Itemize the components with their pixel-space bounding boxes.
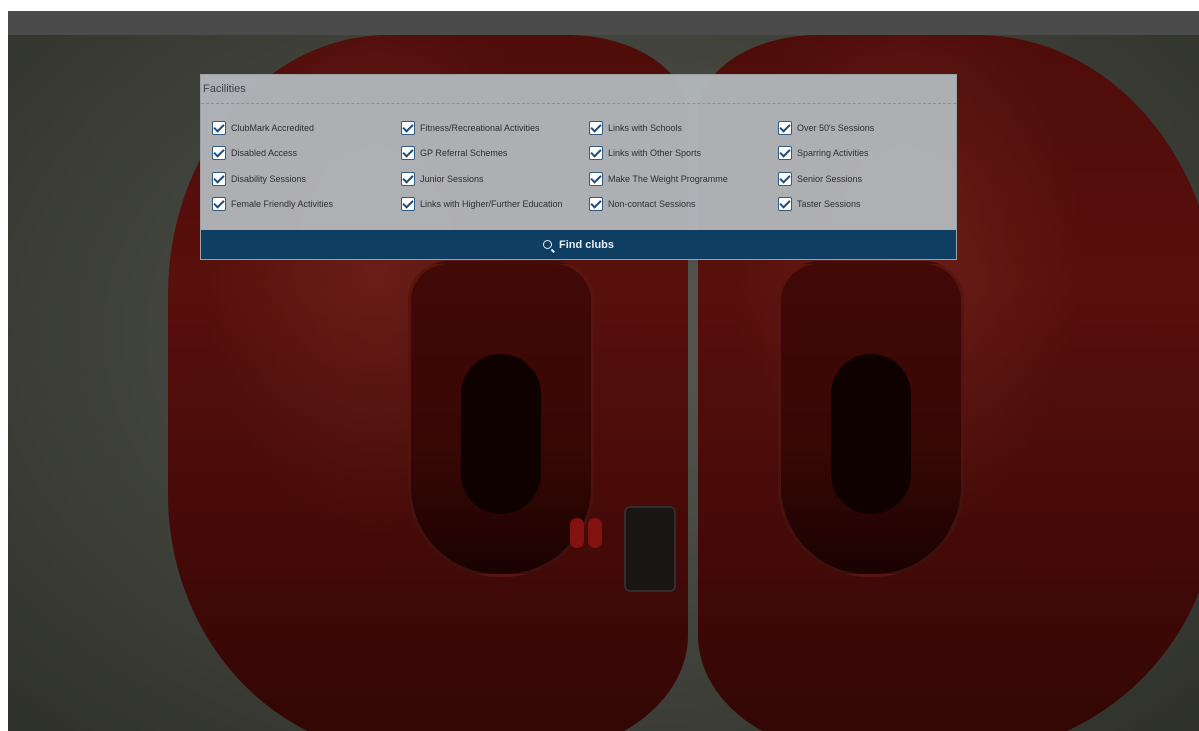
facility-option[interactable]: Make The Weight Programme (589, 166, 728, 192)
facility-label: Female Friendly Activities (231, 199, 334, 210)
facility-label: Taster Sessions (797, 199, 861, 210)
facility-label: Non-contact Sessions (608, 199, 696, 210)
checkbox-checked[interactable] (212, 120, 226, 135)
checkbox-checked[interactable] (589, 146, 603, 161)
facilities-column-2: Fitness/Recreational Activities GP Refer… (401, 115, 563, 217)
facility-label: Links with Other Sports (608, 148, 702, 159)
facility-option[interactable]: Links with Higher/Further Education (401, 192, 563, 218)
checkbox-checked[interactable] (401, 197, 415, 212)
facility-option[interactable]: Senior Sessions (778, 166, 874, 192)
facilities-column-1: ClubMark Accredited Disabled Access Disa… (212, 115, 333, 217)
page-viewport: Facilities ClubMark Accredited Disabled … (8, 11, 1199, 731)
checkbox-checked[interactable] (212, 197, 226, 212)
facility-option[interactable]: Sparring Activities (778, 141, 874, 167)
facility-option[interactable]: ClubMark Accredited (212, 115, 333, 141)
facility-option[interactable]: Non-contact Sessions (589, 192, 728, 218)
checkbox-checked[interactable] (778, 171, 792, 186)
facility-option[interactable]: Over 50's Sessions (778, 115, 874, 141)
facility-label: Junior Sessions (420, 173, 484, 184)
checkbox-checked[interactable] (401, 171, 415, 186)
facility-label: Disability Sessions (231, 173, 307, 184)
facilities-column-4: Over 50's Sessions Sparring Activities S… (778, 115, 874, 217)
facilities-column-3: Links with Schools Links with Other Spor… (589, 115, 728, 217)
facilities-panel: Facilities ClubMark Accredited Disabled … (200, 74, 957, 260)
checkbox-checked[interactable] (778, 120, 792, 135)
facility-label: Links with Higher/Further Education (420, 199, 563, 210)
facility-option[interactable]: Links with Schools (589, 115, 728, 141)
facility-label: Over 50's Sessions (797, 122, 875, 133)
search-icon (543, 240, 552, 249)
facility-label: ClubMark Accredited (231, 122, 315, 133)
facility-label: Senior Sessions (797, 173, 863, 184)
facility-label: Disabled Access (231, 148, 298, 159)
facility-option[interactable]: GP Referral Schemes (401, 141, 563, 167)
checkbox-checked[interactable] (589, 120, 603, 135)
facility-option[interactable]: Female Friendly Activities (212, 192, 333, 218)
facilities-title: Facilities (201, 75, 956, 104)
checkbox-checked[interactable] (778, 197, 792, 212)
facility-option[interactable]: Junior Sessions (401, 166, 563, 192)
find-clubs-label: Find clubs (559, 238, 614, 251)
facility-option[interactable]: Disability Sessions (212, 166, 333, 192)
facility-option[interactable]: Fitness/Recreational Activities (401, 115, 563, 141)
facility-label: Make The Weight Programme (608, 173, 728, 184)
find-clubs-button[interactable]: Find clubs (201, 230, 956, 259)
facility-label: GP Referral Schemes (420, 148, 508, 159)
facility-label: Links with Schools (608, 122, 683, 133)
checkbox-checked[interactable] (589, 171, 603, 186)
facility-option[interactable]: Taster Sessions (778, 192, 874, 218)
checkbox-checked[interactable] (778, 146, 792, 161)
checkbox-checked[interactable] (212, 171, 226, 186)
checkbox-checked[interactable] (401, 146, 415, 161)
checkbox-checked[interactable] (401, 120, 415, 135)
facility-option[interactable]: Links with Other Sports (589, 141, 728, 167)
checkbox-checked[interactable] (589, 197, 603, 212)
facility-label: Fitness/Recreational Activities (420, 122, 540, 133)
facility-option[interactable]: Disabled Access (212, 141, 333, 167)
checkbox-checked[interactable] (212, 146, 226, 161)
facility-label: Sparring Activities (797, 148, 869, 159)
